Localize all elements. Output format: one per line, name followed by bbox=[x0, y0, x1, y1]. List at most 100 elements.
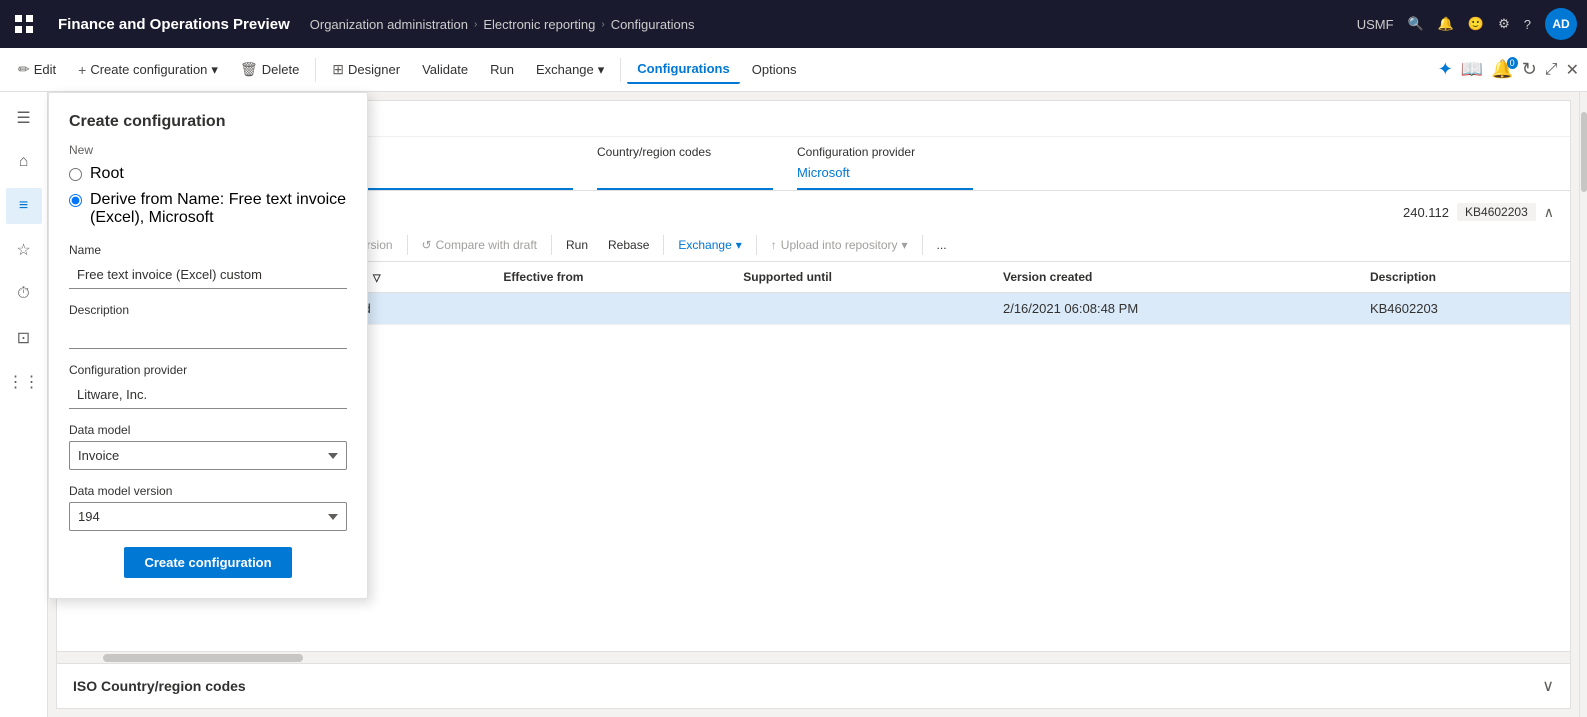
data-model-group: Data model Invoice bbox=[69, 423, 347, 470]
name-group: Name bbox=[69, 243, 347, 289]
rebase-button[interactable]: Rebase bbox=[600, 233, 657, 257]
breadcrumb-configs[interactable]: Configurations bbox=[611, 17, 695, 32]
create-configuration-button[interactable]: + Create configuration ▾ bbox=[68, 56, 228, 84]
breadcrumb-org[interactable]: Organization administration bbox=[310, 17, 468, 32]
data-model-label: Data model bbox=[69, 423, 347, 437]
sidebar-recent-icon[interactable]: ⏱ bbox=[6, 276, 42, 312]
exchange-button[interactable]: Exchange ▾ bbox=[526, 56, 614, 84]
name-input[interactable] bbox=[69, 261, 347, 289]
horizontal-scrollbar[interactable] bbox=[57, 651, 1570, 663]
search-icon[interactable]: 🔍 bbox=[1408, 16, 1424, 32]
help-icon[interactable]: ? bbox=[1524, 17, 1531, 32]
entity-label: USMF bbox=[1357, 17, 1394, 32]
config-provider-link[interactable]: Microsoft bbox=[797, 165, 973, 190]
new-label: New bbox=[69, 143, 347, 157]
data-model-version-select[interactable]: 194 bbox=[69, 502, 347, 531]
breadcrumb-chevron-1: › bbox=[474, 19, 477, 30]
delete-icon: 🗑 bbox=[240, 61, 258, 78]
compare-icon: ↺ bbox=[422, 238, 432, 252]
edit-icon: ✏ bbox=[18, 61, 30, 78]
app-grid-icon[interactable] bbox=[10, 10, 38, 38]
scrollbar-thumb-v[interactable] bbox=[1581, 112, 1587, 192]
sidebar-modules-icon[interactable]: ⋮⋮ bbox=[6, 364, 42, 400]
toolbar-fullscreen-icon[interactable]: ⤢ bbox=[1545, 61, 1558, 79]
toolbar-close-icon[interactable]: ✕ bbox=[1566, 60, 1579, 80]
data-model-version-group: Data model version 194 bbox=[69, 484, 347, 531]
sidebar-workspace-icon[interactable]: ⊡ bbox=[6, 320, 42, 356]
panel-title: Create configuration bbox=[69, 113, 347, 131]
run-button[interactable]: Run bbox=[480, 56, 524, 83]
name-label: Name bbox=[69, 243, 347, 257]
main-layout: ☰ ⌂ ≡ ☆ ⏱ ⊡ ⋮⋮ Create configuration New … bbox=[0, 92, 1587, 717]
toolbar-book-icon[interactable]: 📖 bbox=[1461, 59, 1483, 80]
status-filter-icon[interactable]: ▽ bbox=[373, 273, 381, 284]
sidebar-menu-icon[interactable]: ☰ bbox=[6, 100, 42, 136]
version-number: 240.112 bbox=[1403, 205, 1449, 220]
main-toolbar: ✏ Edit + Create configuration ▾ 🗑 Delete… bbox=[0, 48, 1587, 92]
top-right-icons: USMF 🔍 🔔 🙂 ⚙ ? AD bbox=[1357, 8, 1577, 40]
config-country-value bbox=[597, 165, 773, 190]
radio-derive[interactable] bbox=[69, 194, 82, 207]
versions-more-button[interactable]: ... bbox=[929, 233, 955, 257]
ver-sep-3 bbox=[407, 235, 408, 255]
create-dropdown-icon: ▾ bbox=[211, 62, 218, 78]
cell-version-created: 2/16/2021 06:08:48 PM bbox=[991, 293, 1358, 325]
delete-button[interactable]: 🗑 Delete bbox=[230, 55, 309, 84]
radio-group: Root Derive from Name: Free text invoice… bbox=[69, 165, 347, 227]
exchange-ver-dropdown: ▾ bbox=[736, 238, 742, 252]
toolbar-sep-2 bbox=[620, 58, 621, 82]
upload-into-repository-button[interactable]: ↑ Upload into repository ▾ bbox=[763, 233, 916, 257]
settings-icon[interactable]: ⚙ bbox=[1498, 16, 1510, 32]
radio-derive-label: Derive from Name: Free text invoice (Exc… bbox=[90, 191, 347, 227]
iso-collapse-icon[interactable]: ∨ bbox=[1542, 676, 1554, 696]
radio-root-item[interactable]: Root bbox=[69, 165, 347, 183]
scrollbar-thumb-h[interactable] bbox=[103, 654, 303, 662]
data-model-version-label: Data model version bbox=[69, 484, 347, 498]
exchange-dropdown-icon: ▾ bbox=[598, 62, 605, 78]
toolbar-refresh-icon[interactable]: ↻ bbox=[1522, 59, 1537, 80]
radio-root-label: Root bbox=[90, 165, 124, 183]
designer-button[interactable]: ⊞ Designer bbox=[322, 55, 410, 84]
config-provider-label: Configuration provider bbox=[797, 145, 973, 159]
compare-with-draft-button[interactable]: ↺ Compare with draft bbox=[414, 233, 545, 257]
config-provider-input[interactable] bbox=[69, 381, 347, 409]
sidebar-home-icon[interactable]: ⌂ bbox=[6, 144, 42, 180]
config-country-field: Country/region codes bbox=[597, 145, 797, 190]
breadcrumb-er[interactable]: Electronic reporting bbox=[483, 17, 595, 32]
user-avatar[interactable]: AD bbox=[1545, 8, 1577, 40]
toolbar-notification-badge[interactable]: 🔔0 bbox=[1491, 59, 1513, 80]
description-label: Description bbox=[69, 303, 347, 317]
options-button[interactable]: Options bbox=[742, 56, 807, 83]
description-group: Description bbox=[69, 303, 347, 349]
create-configuration-submit-button[interactable]: Create configuration bbox=[124, 547, 291, 578]
configurations-button[interactable]: Configurations bbox=[627, 55, 739, 84]
cell-description: KB4602203 bbox=[1358, 293, 1570, 325]
radio-root[interactable] bbox=[69, 168, 82, 181]
top-nav-bar: Finance and Operations Preview Organizat… bbox=[0, 0, 1587, 48]
validate-button[interactable]: Validate bbox=[412, 56, 478, 83]
config-provider-label: Configuration provider bbox=[69, 363, 347, 377]
upload-dropdown: ▾ bbox=[902, 238, 908, 252]
designer-icon: ⊞ bbox=[332, 61, 344, 78]
vertical-scrollbar[interactable] bbox=[1579, 92, 1587, 717]
versions-exchange-button[interactable]: Exchange ▾ bbox=[670, 233, 749, 257]
iso-section[interactable]: ISO Country/region codes ∨ bbox=[57, 663, 1570, 708]
create-configuration-panel: Create configuration New Root Derive fro… bbox=[48, 92, 368, 599]
ver-sep-6 bbox=[756, 235, 757, 255]
config-country-label: Country/region codes bbox=[597, 145, 773, 159]
versions-run-button[interactable]: Run bbox=[558, 233, 596, 257]
versions-badge: 240.112 KB4602203 ∧ bbox=[1403, 203, 1554, 221]
radio-derive-item[interactable]: Derive from Name: Free text invoice (Exc… bbox=[69, 191, 347, 227]
notification-icon[interactable]: 🔔 bbox=[1438, 16, 1454, 32]
ver-sep-7 bbox=[922, 235, 923, 255]
sidebar-list-icon[interactable]: ≡ bbox=[6, 188, 42, 224]
edit-button[interactable]: ✏ Edit bbox=[8, 55, 66, 84]
sidebar-favorites-icon[interactable]: ☆ bbox=[6, 232, 42, 268]
versions-collapse-button[interactable]: ∧ bbox=[1544, 204, 1554, 221]
smiley-icon[interactable]: 🙂 bbox=[1468, 16, 1484, 32]
col-supported-until: Supported until bbox=[731, 262, 991, 293]
toolbar-star-icon[interactable]: ✦ bbox=[1438, 59, 1453, 80]
description-input[interactable] bbox=[69, 321, 347, 349]
data-model-select[interactable]: Invoice bbox=[69, 441, 347, 470]
col-version-created: Version created bbox=[991, 262, 1358, 293]
